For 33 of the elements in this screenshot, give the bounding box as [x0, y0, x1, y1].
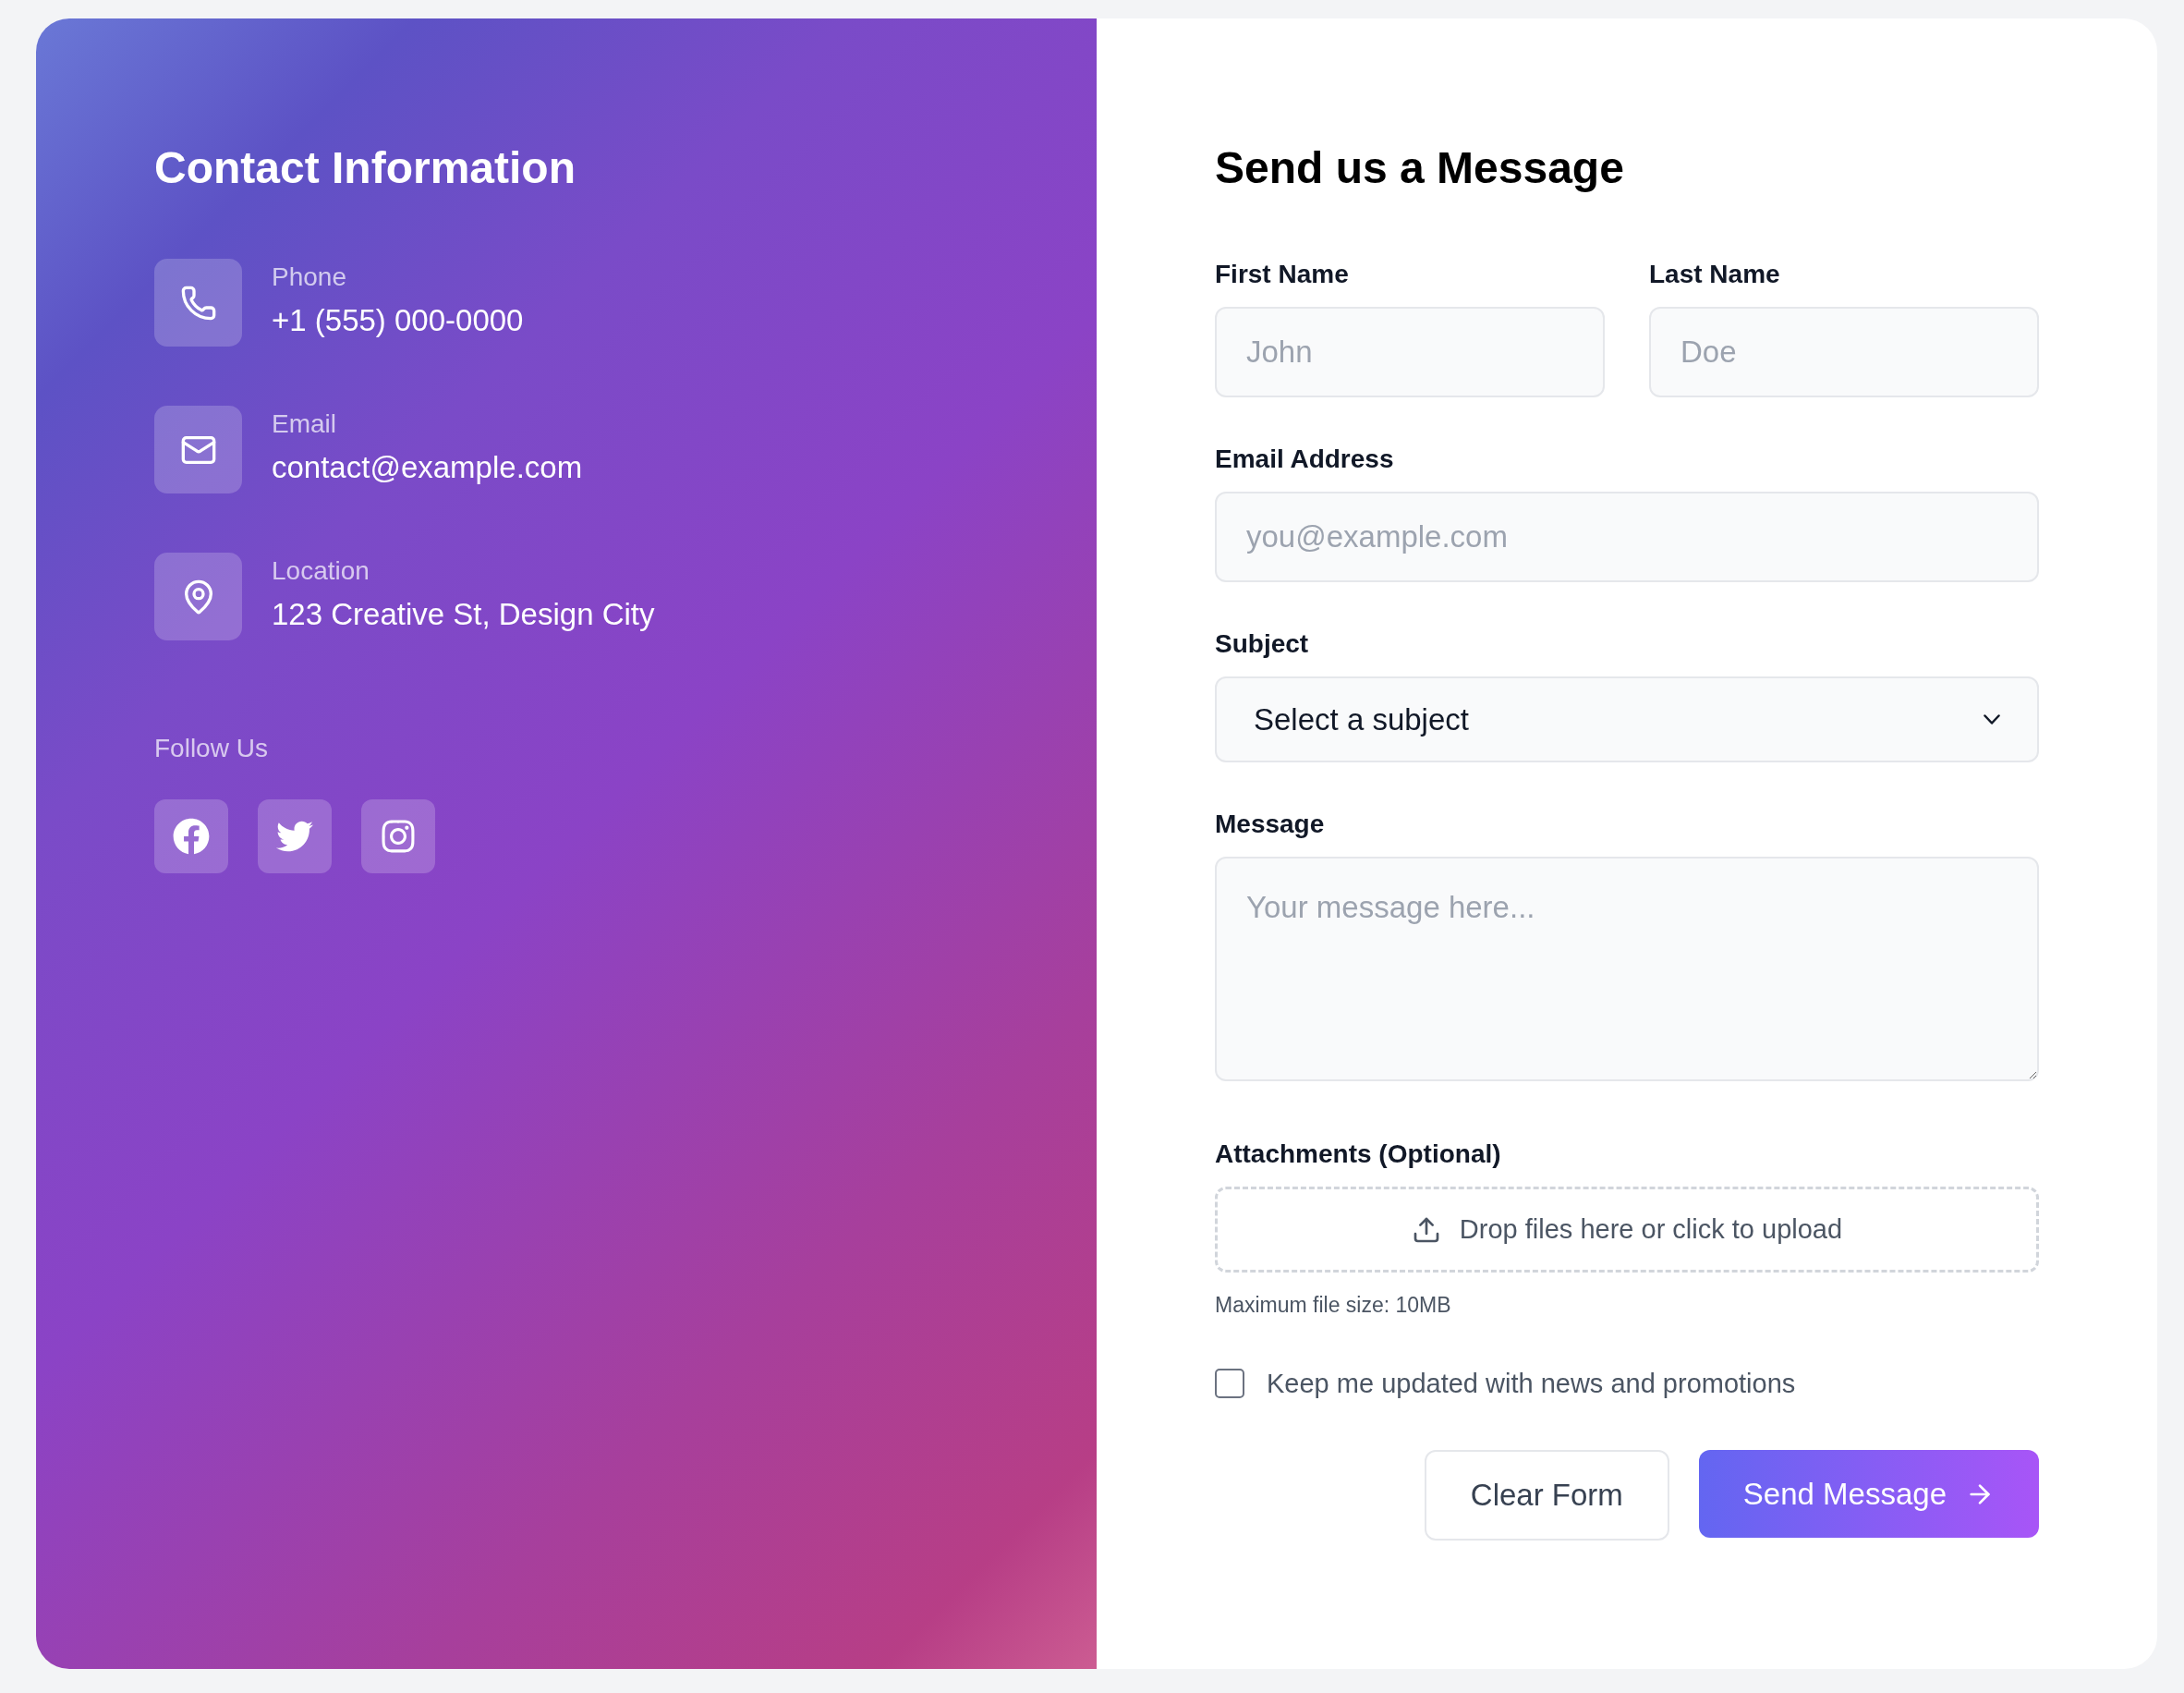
- info-value: +1 (555) 000-0000: [272, 302, 524, 339]
- chevron-down-icon: [1984, 714, 2000, 725]
- last-name-field[interactable]: Doe: [1649, 307, 2039, 397]
- upload-dropzone[interactable]: Drop files here or click to upload: [1215, 1187, 2039, 1273]
- form-title: Send us a Message: [1215, 146, 1625, 190]
- field-label: Attachments (Optional): [1215, 1139, 1502, 1170]
- info-label: Email: [272, 408, 337, 440]
- clear-button[interactable]: Clear Form: [1424, 1450, 1669, 1541]
- social-button[interactable]: [154, 799, 228, 873]
- message-field[interactable]: Your message here...: [1215, 857, 2039, 1081]
- newsletter-label: Keep me updated with news and promotions: [1267, 1367, 1796, 1400]
- follow-label: Follow Us: [154, 733, 269, 764]
- field-label: Message: [1215, 809, 1326, 840]
- send-button[interactable]: Send Message: [1698, 1450, 2039, 1538]
- instagram-icon: [380, 818, 417, 855]
- file-size-hint: Maximum file size: 10MB: [1215, 1292, 1452, 1319]
- field-label: Last Name: [1649, 259, 1781, 290]
- info-label: Phone: [272, 262, 347, 293]
- first-name-field[interactable]: John: [1215, 307, 1605, 397]
- newsletter-checkbox[interactable]: [1215, 1369, 1244, 1399]
- email-field[interactable]: you@example.com: [1215, 492, 2039, 582]
- phone-icon: [179, 284, 217, 322]
- social-button[interactable]: [361, 799, 435, 873]
- info-value: 123 Creative St, Design City: [272, 596, 655, 633]
- field-label: Email Address: [1215, 444, 1395, 475]
- field-label: First Name: [1215, 259, 1350, 290]
- social-button[interactable]: [258, 799, 332, 873]
- info-value: contact@example.com: [272, 449, 583, 486]
- info-label: Location: [272, 555, 370, 587]
- facebook-icon: [173, 818, 210, 855]
- field-label: Subject: [1215, 628, 1310, 660]
- subject-select[interactable]: Select a subject: [1215, 676, 2039, 762]
- panel-title: Contact Information: [154, 146, 576, 190]
